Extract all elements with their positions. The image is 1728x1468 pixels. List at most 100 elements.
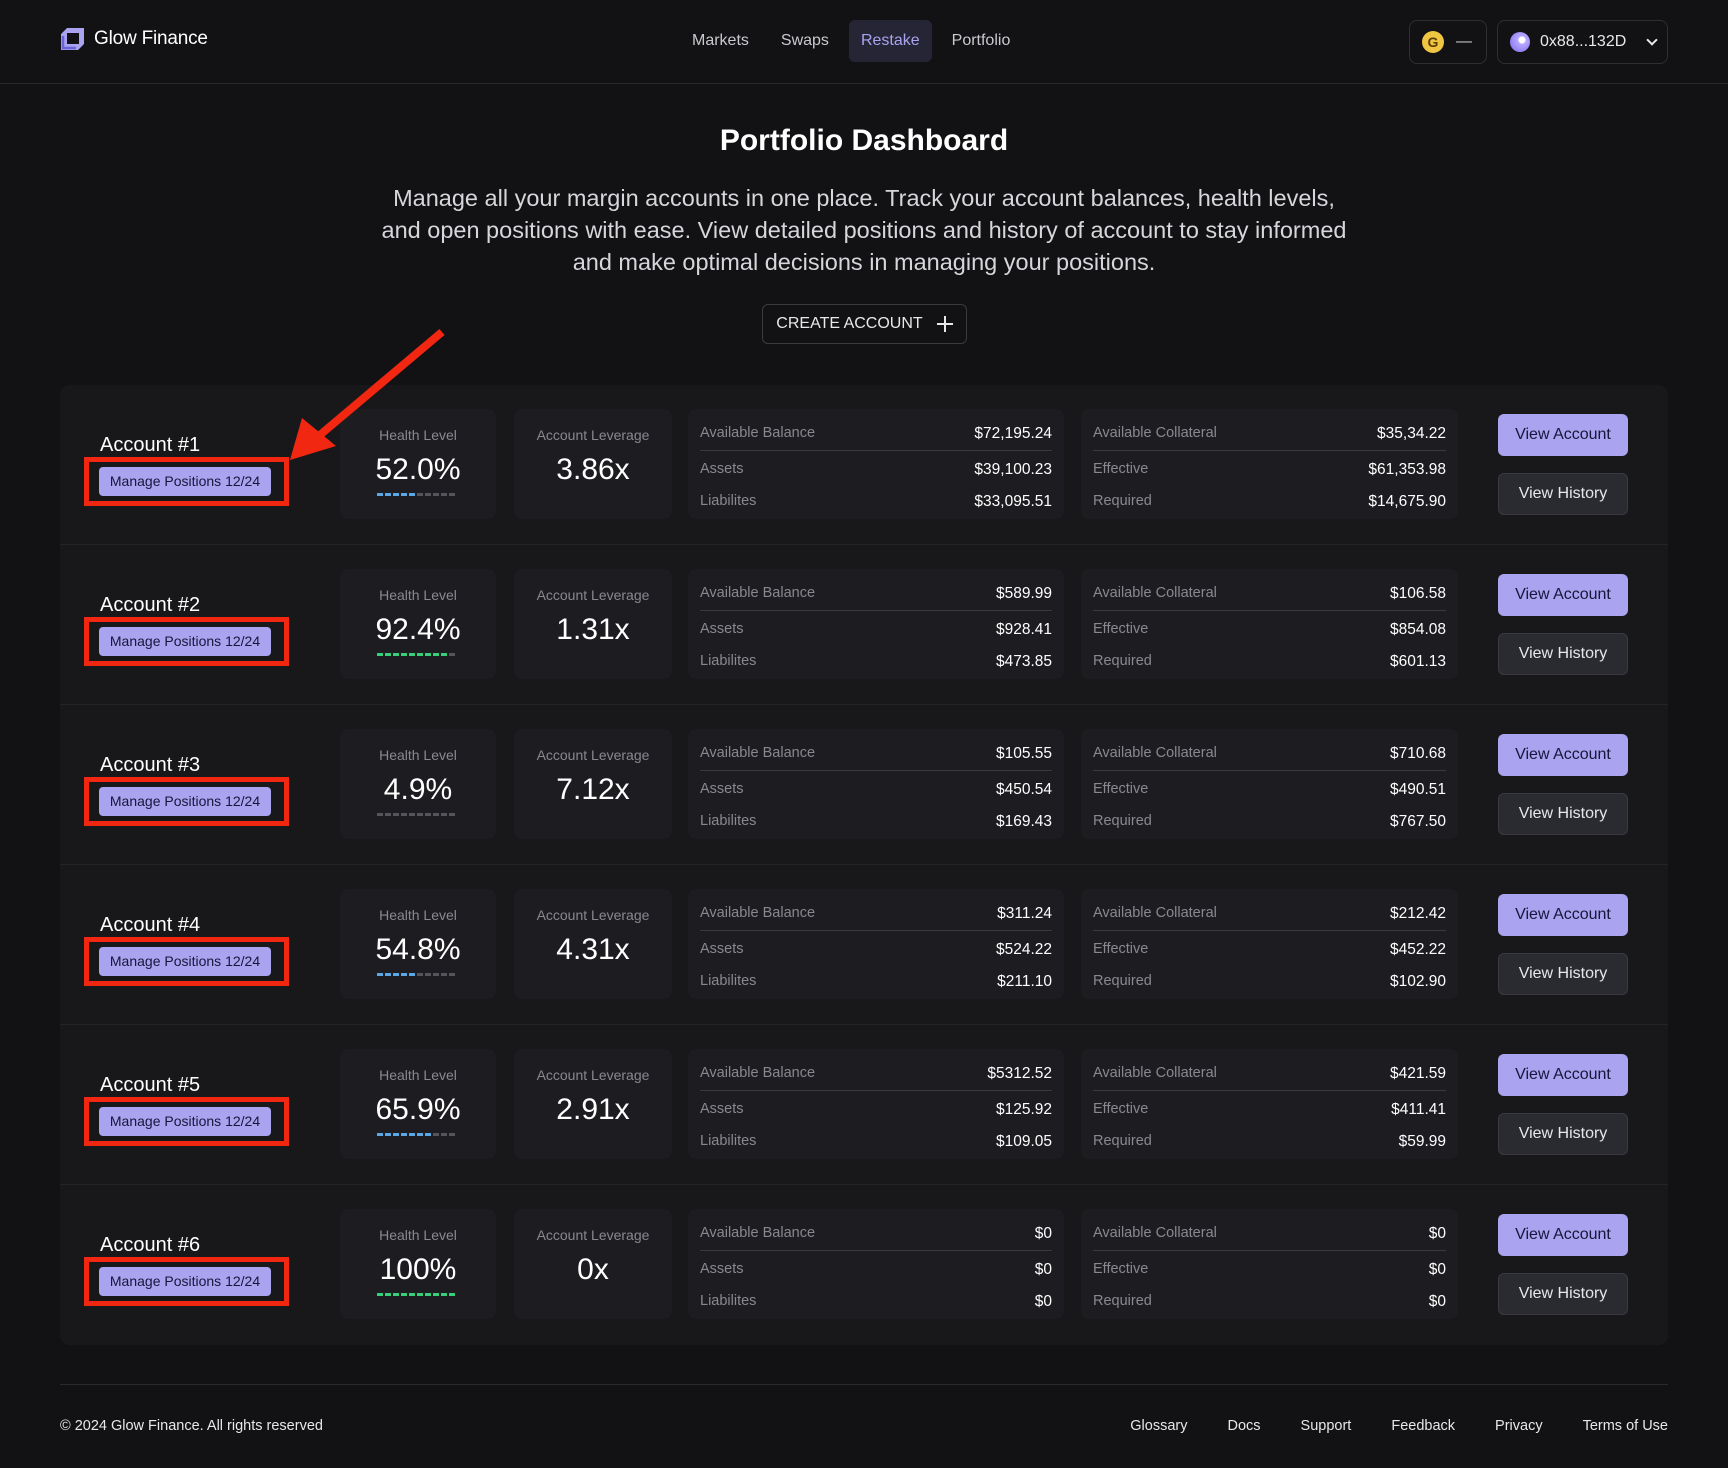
view-account-button[interactable]: View Account [1498,574,1628,616]
health-bar-segment [409,1133,415,1136]
nav-restake[interactable]: Restake [848,20,932,62]
health-bar-segment [417,653,423,656]
view-account-button[interactable]: View Account [1498,1054,1628,1096]
effective-row: Effective $0 [1093,1261,1446,1281]
footer-link-support[interactable]: Support [1301,1418,1352,1434]
health-level-bar [377,1293,455,1296]
health-bar-segment [417,1293,423,1296]
account-leverage-card: Account Leverage 0x [514,1209,672,1319]
view-account-button[interactable]: View Account [1498,894,1628,936]
footer-link-docs[interactable]: Docs [1228,1418,1261,1434]
view-history-button[interactable]: View History [1498,473,1628,515]
health-level-value: 54.8% [375,933,461,966]
view-account-button[interactable]: View Account [1498,414,1628,456]
required-value: $0 [1428,1293,1446,1310]
view-history-button[interactable]: View History [1498,1273,1628,1315]
footer-link-glossary[interactable]: Glossary [1130,1418,1187,1434]
available-balance-row: Available Balance $0 [700,1225,1052,1245]
manage-positions-button[interactable]: Manage Positions 12/24 [99,467,271,496]
health-level-label: Health Level [379,1227,457,1243]
account-row: Account #6 Manage Positions 12/24 Health L… [60,1185,1668,1345]
available-balance-row: Available Balance $311.24 [700,905,1052,925]
health-bar-segment [449,813,455,816]
available-collateral-label: Available Collateral [1093,585,1217,601]
health-bar-segment [393,813,399,816]
nav-portfolio[interactable]: Portfolio [940,20,1023,62]
assets-value: $450.54 [995,781,1052,798]
health-level-value: 4.9% [383,773,453,806]
health-bar-segment [433,653,439,656]
health-bar-segment [433,973,439,976]
account-leverage-card: Account Leverage 2.91x [514,1049,672,1159]
available-collateral-value: $212.42 [1389,905,1446,922]
effective-row: Effective $490.51 [1093,781,1446,801]
main-nav: Markets Swaps Restake Portfolio [680,20,1022,62]
brand-name: Glow Finance [94,28,208,49]
view-history-button[interactable]: View History [1498,1113,1628,1155]
view-history-button[interactable]: View History [1498,953,1628,995]
health-level-card: Health Level 92.4% [340,569,496,679]
liabilities-label: Liabilites [700,1133,757,1149]
account-leverage-value: 0x [577,1253,609,1286]
health-level-label: Health Level [379,907,457,923]
view-history-button[interactable]: View History [1498,793,1628,835]
health-bar-segment [441,1293,447,1296]
collateral-divider [1093,930,1446,931]
health-level-label: Health Level [379,747,457,763]
manage-positions-button[interactable]: Manage Positions 12/24 [99,627,271,656]
available-balance-row: Available Balance $105.55 [700,745,1052,765]
health-bar-segment [449,1293,455,1296]
manage-positions-button[interactable]: Manage Positions 12/24 [99,787,271,816]
health-level-bar [377,1133,455,1136]
available-balance-label: Available Balance [700,745,816,761]
liabilities-value: $211.10 [997,973,1052,990]
page-description: Manage all your margin accounts in one p… [381,185,1347,275]
health-bar-segment [401,973,407,976]
footer-divider [60,1384,1668,1385]
manage-positions-button[interactable]: Manage Positions 12/24 [99,947,271,976]
wallet-button[interactable]: 0x88...132D [1497,20,1668,64]
required-row: Required $601.13 [1093,653,1446,673]
brand-logo[interactable]: Glow Finance [60,28,208,50]
effective-row: Effective $452.22 [1093,941,1446,961]
balance-card: Available Balance $311.24 Assets $524.22 Lia… [688,889,1064,999]
view-account-button[interactable]: View Account [1498,734,1628,776]
health-bar-segment [377,493,383,496]
health-level-bar [377,973,455,976]
chevron-down-icon [1646,34,1658,46]
available-collateral-row: Available Collateral $421.59 [1093,1065,1446,1085]
footer-link-feedback[interactable]: Feedback [1391,1418,1455,1434]
account-name: Account #6 [100,1234,201,1256]
token-balance-button[interactable]: G — [1409,20,1487,64]
health-bar-segment [425,493,431,496]
nav-markets[interactable]: Markets [680,20,761,62]
manage-positions-button[interactable]: Manage Positions 12/24 [99,1267,271,1296]
health-level-card: Health Level 54.8% [340,889,496,999]
health-bar-segment [377,1293,383,1296]
nav-swaps[interactable]: Swaps [769,20,841,62]
health-bar-segment [425,1133,431,1136]
effective-value: $0 [1428,1261,1446,1278]
account-leverage-label: Account Leverage [536,587,650,603]
available-collateral-value: $35,34.22 [1377,425,1446,442]
health-bar-segment [409,973,415,976]
footer-link-terms[interactable]: Terms of Use [1583,1418,1668,1434]
health-bar-segment [441,813,447,816]
health-level-value: 100% [379,1253,457,1286]
manage-positions-button[interactable]: Manage Positions 12/24 [99,1107,271,1136]
view-history-button[interactable]: View History [1498,633,1628,675]
health-bar-segment [377,653,383,656]
create-account-label: CREATE ACCOUNT [776,315,923,332]
footer-link-privacy[interactable]: Privacy [1495,1418,1543,1434]
health-bar-segment [409,813,415,816]
required-row: Required $14,675.90 [1093,493,1446,513]
health-bar-segment [401,653,407,656]
liabilities-value: $33,095.51 [974,493,1052,510]
health-level-label: Health Level [379,587,457,603]
liabilities-value: $473.85 [995,653,1052,670]
account-leverage-label: Account Leverage [536,1227,650,1243]
account-name: Account #4 [100,914,201,936]
view-account-button[interactable]: View Account [1498,1214,1628,1256]
account-name: Account #5 [100,1074,201,1096]
create-account-button[interactable]: CREATE ACCOUNT [762,304,967,344]
